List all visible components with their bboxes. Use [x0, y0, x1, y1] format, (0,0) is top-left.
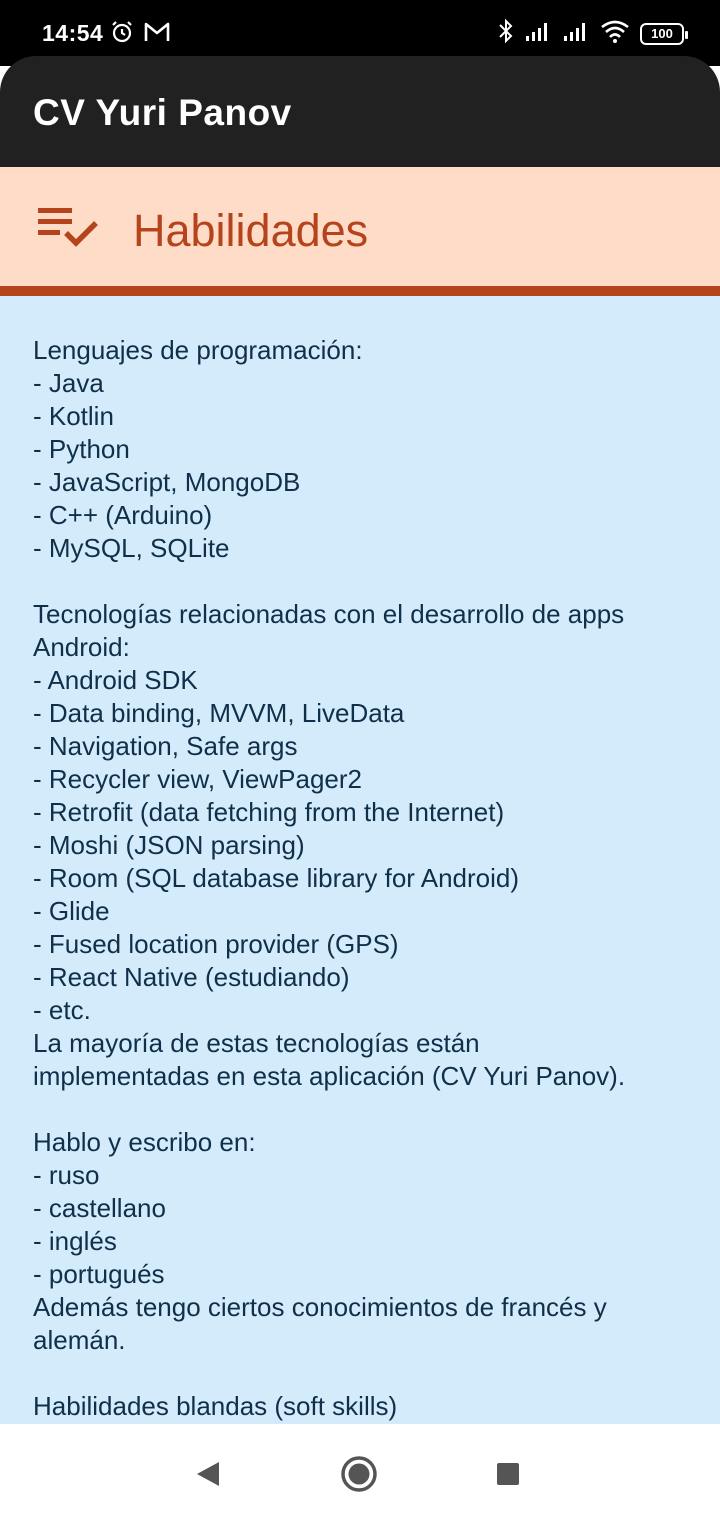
- text-line: [33, 565, 693, 598]
- phone-screen: 14:54 100 CV Yuri Panov Habilidades Leng…: [0, 0, 720, 1520]
- text-line: - JavaScript, MongoDB: [33, 467, 301, 497]
- text-line: - Retrofit (data fetching from the Inter…: [33, 797, 505, 827]
- app-title: CV Yuri Panov: [33, 92, 292, 133]
- text-line: Además tengo ciertos conocimientos de fr…: [33, 1292, 607, 1322]
- gmail-icon: [144, 21, 170, 48]
- text-line: Lenguajes de programación:: [33, 335, 363, 365]
- status-time: 14:54: [42, 20, 104, 46]
- text-line: - Python: [33, 434, 130, 464]
- text-line: - Glide: [33, 896, 110, 926]
- text-line: - Data binding, MVVM, LiveData: [33, 698, 405, 728]
- text-line: implementadas en esta aplicación (CV Yur…: [33, 1061, 626, 1091]
- text-line: - Fused location provider (GPS): [33, 929, 399, 959]
- playlist-check-icon: [36, 205, 100, 258]
- text-line: La mayoría de estas tecnologías están: [33, 1028, 480, 1058]
- bluetooth-icon: [498, 18, 514, 49]
- text-line: - Java: [33, 368, 104, 398]
- text-line: - C++ (Arduino): [33, 500, 213, 530]
- alarm-icon: [110, 20, 134, 49]
- skills-text: Lenguajes de programación: - Java - Kotl…: [33, 334, 693, 1423]
- text-line: - Room (SQL database library for Android…: [33, 863, 520, 893]
- text-line: Tecnologías relacionadas con el desarrol…: [33, 599, 625, 629]
- text-line: - Moshi (JSON parsing): [33, 830, 305, 860]
- home-icon[interactable]: [339, 1454, 379, 1494]
- text-line: - Recycler view, ViewPager2: [33, 764, 362, 794]
- text-line: - etc.: [33, 995, 91, 1025]
- app-bar: CV Yuri Panov: [0, 56, 720, 167]
- text-line: Habilidades blandas (soft skills): [33, 1391, 398, 1421]
- text-line: - React Native (estudiando): [33, 962, 350, 992]
- section-header: Habilidades: [0, 167, 720, 296]
- recents-icon[interactable]: [488, 1454, 528, 1494]
- text-line: - Kotlin: [33, 401, 114, 431]
- text-line: - inglés: [33, 1226, 117, 1256]
- text-line: [33, 1093, 693, 1126]
- section-title: Habilidades: [133, 205, 369, 256]
- wifi-icon: [600, 19, 630, 48]
- text-line: alemán.: [33, 1325, 126, 1355]
- signal-icon: [562, 20, 590, 47]
- skills-content[interactable]: Lenguajes de programación: - Java - Kotl…: [0, 296, 720, 1424]
- navigation-bar: [0, 1424, 720, 1520]
- text-line: - MySQL, SQLite: [33, 533, 230, 563]
- text-line: - portugués: [33, 1259, 165, 1289]
- text-line: - Android SDK: [33, 665, 198, 695]
- status-notification-icons: [110, 20, 170, 49]
- text-line: - castellano: [33, 1193, 166, 1223]
- text-line: [33, 1357, 693, 1390]
- status-system-icons: 100: [498, 18, 688, 49]
- signal-icon: [524, 20, 552, 47]
- text-line: Android:: [33, 632, 130, 662]
- battery-icon: 100: [640, 22, 688, 45]
- text-line: - ruso: [33, 1160, 100, 1190]
- text-line: - Navigation, Safe args: [33, 731, 298, 761]
- back-icon[interactable]: [188, 1454, 228, 1494]
- text-line: Hablo y escribo en:: [33, 1127, 256, 1157]
